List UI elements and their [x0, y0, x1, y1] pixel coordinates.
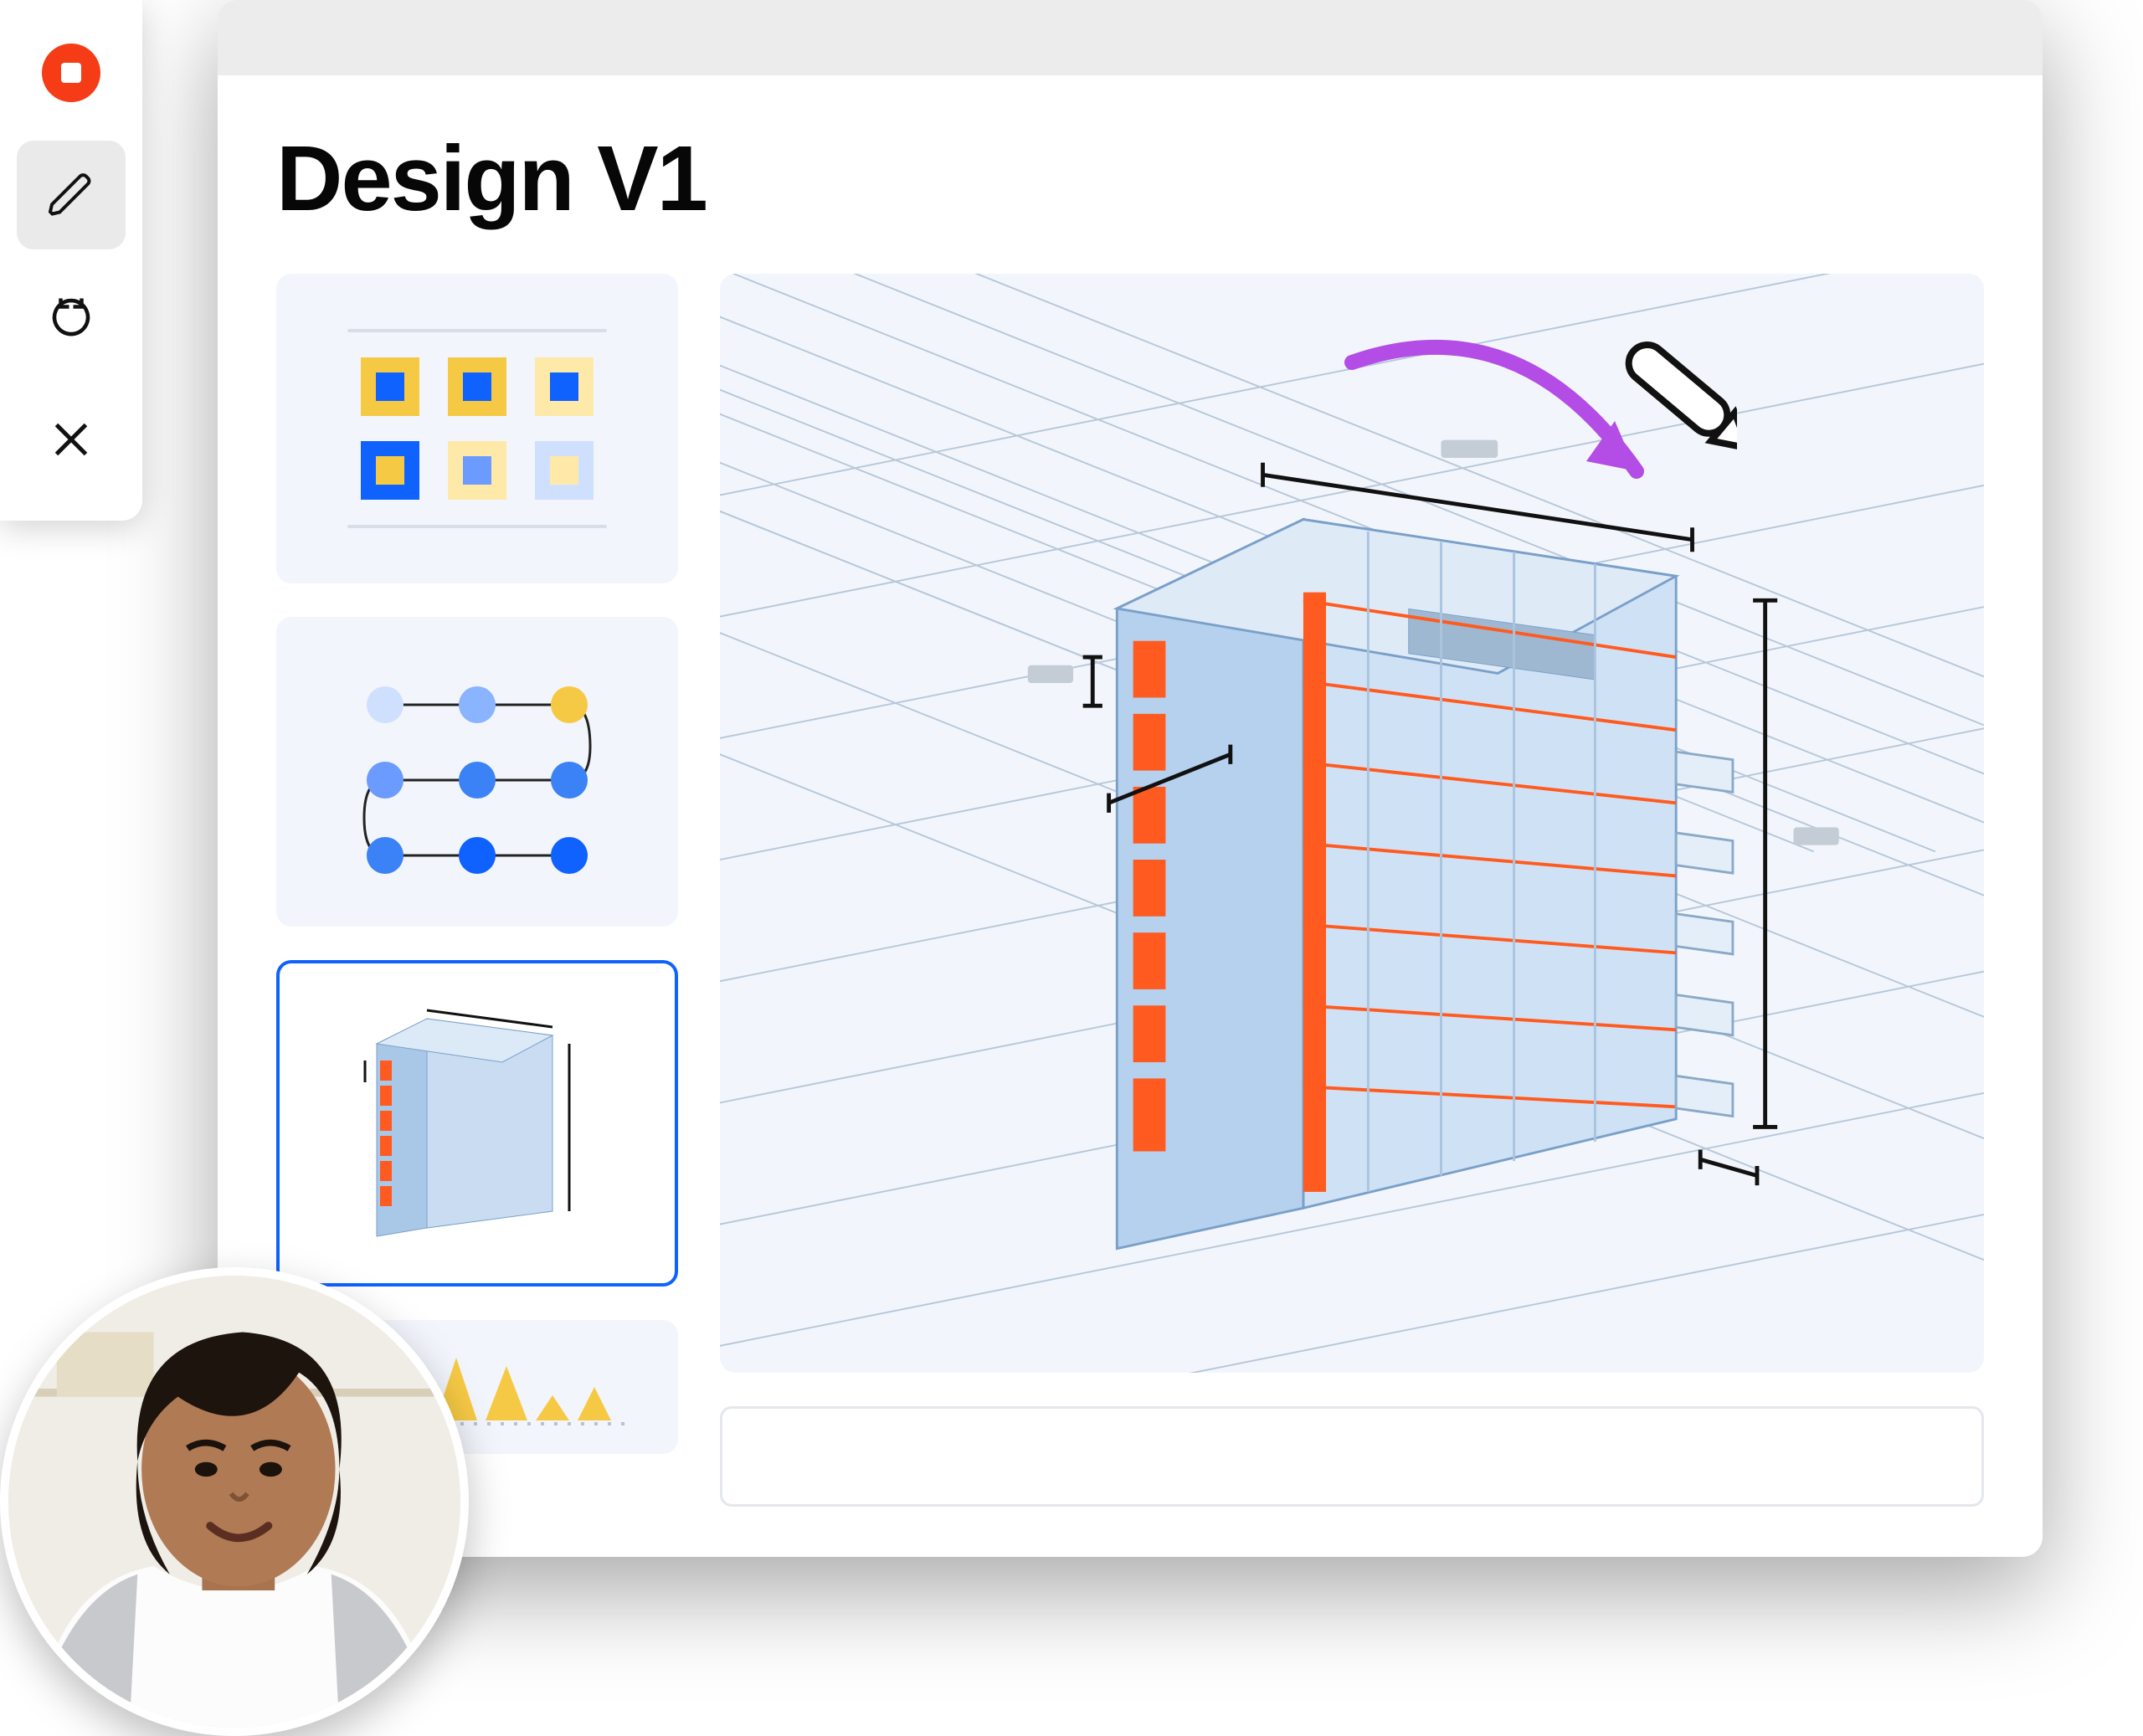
record-stop-icon [42, 44, 100, 102]
window-content: Design V1 [218, 75, 2043, 1557]
building-3d-icon [720, 274, 1984, 1373]
draw-button[interactable] [17, 141, 126, 249]
swatch-row [361, 357, 594, 416]
swatch-row [361, 441, 594, 500]
thumb-building[interactable] [276, 960, 678, 1287]
app-window: Design V1 [218, 0, 2043, 1557]
close-icon [46, 414, 96, 465]
window-titlebar[interactable] [218, 0, 2043, 75]
divider [347, 525, 607, 528]
presenter-avatar[interactable] [0, 1267, 469, 1736]
thumb-swatches[interactable] [276, 274, 678, 583]
avatar-image [8, 1276, 460, 1728]
thumb-flow[interactable] [276, 617, 678, 927]
redo-icon [46, 292, 96, 342]
page-title: Design V1 [276, 126, 1984, 232]
record-button[interactable] [17, 18, 126, 127]
design-canvas[interactable] [720, 274, 1984, 1373]
flow-diagram-icon [352, 663, 603, 881]
redo-button[interactable] [17, 263, 126, 372]
canvas-area [720, 274, 1984, 1507]
pencil-icon [46, 170, 96, 220]
divider [347, 329, 607, 332]
close-button[interactable] [17, 385, 126, 494]
comment-input[interactable] [720, 1406, 1984, 1507]
building-thumb-icon [326, 994, 628, 1253]
floating-toolbar [0, 0, 142, 521]
